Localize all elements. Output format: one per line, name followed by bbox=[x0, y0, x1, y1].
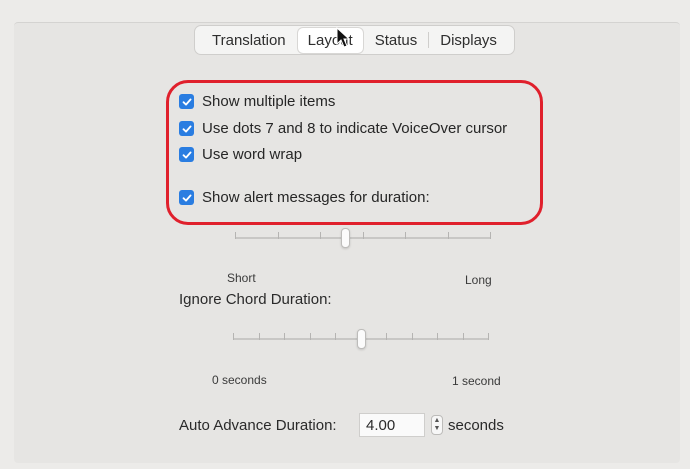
slider-knob[interactable] bbox=[357, 329, 366, 349]
checkbox-checked-icon[interactable] bbox=[179, 190, 194, 205]
slider-tick bbox=[488, 333, 489, 340]
tab-status[interactable]: Status bbox=[365, 28, 428, 53]
alert-duration-min-label: Short bbox=[227, 271, 256, 285]
alert-duration-slider[interactable] bbox=[235, 228, 491, 248]
alert-duration-max-label: Long bbox=[465, 273, 492, 287]
tab-bar: Translation Layout Status Displays bbox=[194, 25, 515, 55]
slider-knob[interactable] bbox=[341, 228, 350, 248]
option-show-multiple-items[interactable]: Show multiple items bbox=[179, 93, 335, 110]
slider-tick bbox=[310, 333, 311, 340]
slider-tick bbox=[284, 333, 285, 340]
ignore-chord-duration-label: Ignore Chord Duration: bbox=[179, 291, 332, 308]
slider-tick bbox=[412, 333, 413, 340]
slider-tick bbox=[386, 333, 387, 340]
checkbox-checked-icon[interactable] bbox=[179, 94, 194, 109]
tab-divider bbox=[428, 32, 430, 48]
auto-advance-unit-label: seconds bbox=[448, 417, 504, 434]
option-label: Use word wrap bbox=[202, 146, 303, 163]
chord-duration-slider[interactable] bbox=[233, 329, 489, 349]
auto-advance-duration-input[interactable] bbox=[359, 413, 425, 437]
slider-tick bbox=[437, 333, 438, 340]
mouse-pointer-icon bbox=[336, 27, 350, 48]
slider-tick bbox=[235, 232, 236, 239]
chord-duration-max-label: 1 second bbox=[452, 374, 501, 388]
slider-tick bbox=[405, 232, 406, 239]
tab-displays[interactable]: Displays bbox=[430, 28, 507, 53]
option-label: Use dots 7 and 8 to indicate VoiceOver c… bbox=[202, 120, 508, 137]
tab-layout[interactable]: Layout bbox=[297, 27, 363, 53]
slider-tick bbox=[259, 333, 260, 340]
slider-tick bbox=[463, 333, 464, 340]
checkbox-checked-icon[interactable] bbox=[179, 147, 194, 162]
chord-duration-min-label: 0 seconds bbox=[212, 373, 267, 387]
option-label: Show alert messages for duration: bbox=[202, 189, 430, 206]
slider-tick bbox=[363, 232, 364, 239]
tab-translation[interactable]: Translation bbox=[202, 28, 296, 53]
slider-tick bbox=[278, 232, 279, 239]
auto-advance-duration-label: Auto Advance Duration: bbox=[179, 417, 337, 434]
chevron-up-icon[interactable]: ▲ bbox=[434, 417, 441, 425]
slider-tick bbox=[490, 232, 491, 239]
slider-tick bbox=[233, 333, 234, 340]
slider-tick bbox=[320, 232, 321, 239]
option-use-dots-7-8[interactable]: Use dots 7 and 8 to indicate VoiceOver c… bbox=[179, 120, 532, 137]
option-show-alert-messages[interactable]: Show alert messages for duration: bbox=[179, 189, 430, 206]
auto-advance-stepper[interactable]: ▲ ▼ bbox=[431, 415, 443, 435]
slider-tick bbox=[335, 333, 336, 340]
option-use-word-wrap[interactable]: Use word wrap bbox=[179, 146, 302, 163]
slider-tick bbox=[448, 232, 449, 239]
chevron-down-icon[interactable]: ▼ bbox=[434, 425, 441, 433]
checkbox-checked-icon[interactable] bbox=[179, 121, 194, 136]
option-label: Show multiple items bbox=[202, 93, 336, 110]
